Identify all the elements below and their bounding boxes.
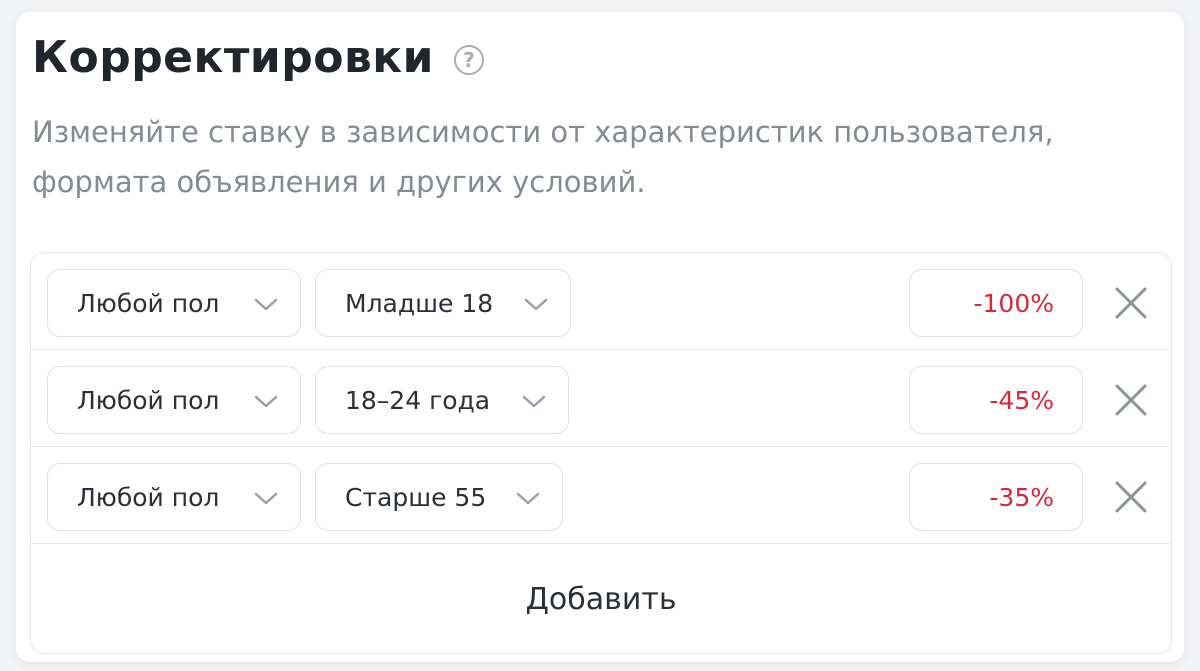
add-button[interactable]: Добавить — [31, 544, 1171, 653]
age-select[interactable]: Старше 55 — [315, 463, 563, 531]
chevron-down-icon — [522, 395, 546, 408]
close-icon[interactable] — [1113, 285, 1149, 321]
description-text: Изменяйте ставку в зависимости от характ… — [32, 115, 1054, 199]
chevron-down-icon — [516, 492, 540, 505]
adjustment-row: Любой пол 18–24 года -45% — [31, 350, 1171, 447]
gender-select-label: Любой пол — [77, 385, 220, 415]
adjustment-row: Любой пол Старше 55 -35% — [31, 447, 1171, 544]
age-select-label: 18–24 года — [345, 385, 491, 415]
chevron-down-icon — [254, 395, 278, 408]
card-header: Корректировки ? — [32, 32, 484, 83]
chevron-down-icon — [254, 298, 278, 311]
age-select[interactable]: Младше 18 — [315, 269, 571, 337]
close-icon[interactable] — [1113, 479, 1149, 515]
age-select[interactable]: 18–24 года — [315, 366, 569, 434]
percent-input[interactable]: -35% — [909, 463, 1083, 531]
adjustments-card: Корректировки ? Изменяйте ставку в завис… — [16, 12, 1184, 662]
question-circle-icon[interactable]: ? — [453, 44, 484, 75]
percent-input[interactable]: -45% — [909, 366, 1083, 434]
adjustment-row: Любой пол Младше 18 -100% — [31, 253, 1171, 350]
chevron-down-icon — [524, 298, 548, 311]
gender-select[interactable]: Любой пол — [47, 366, 301, 434]
chevron-down-icon — [254, 492, 278, 505]
gender-select-label: Любой пол — [77, 482, 220, 512]
gender-select[interactable]: Любой пол — [47, 269, 301, 337]
adjustments-panel: Любой пол Младше 18 -100% Любой пол 18–2… — [30, 252, 1172, 654]
page-title: Корректировки — [32, 32, 434, 83]
percent-input[interactable]: -100% — [909, 269, 1083, 337]
close-icon[interactable] — [1113, 382, 1149, 418]
age-select-label: Младше 18 — [345, 288, 494, 318]
gender-select[interactable]: Любой пол — [47, 463, 301, 531]
age-select-label: Старше 55 — [345, 482, 487, 512]
gender-select-label: Любой пол — [77, 288, 220, 318]
